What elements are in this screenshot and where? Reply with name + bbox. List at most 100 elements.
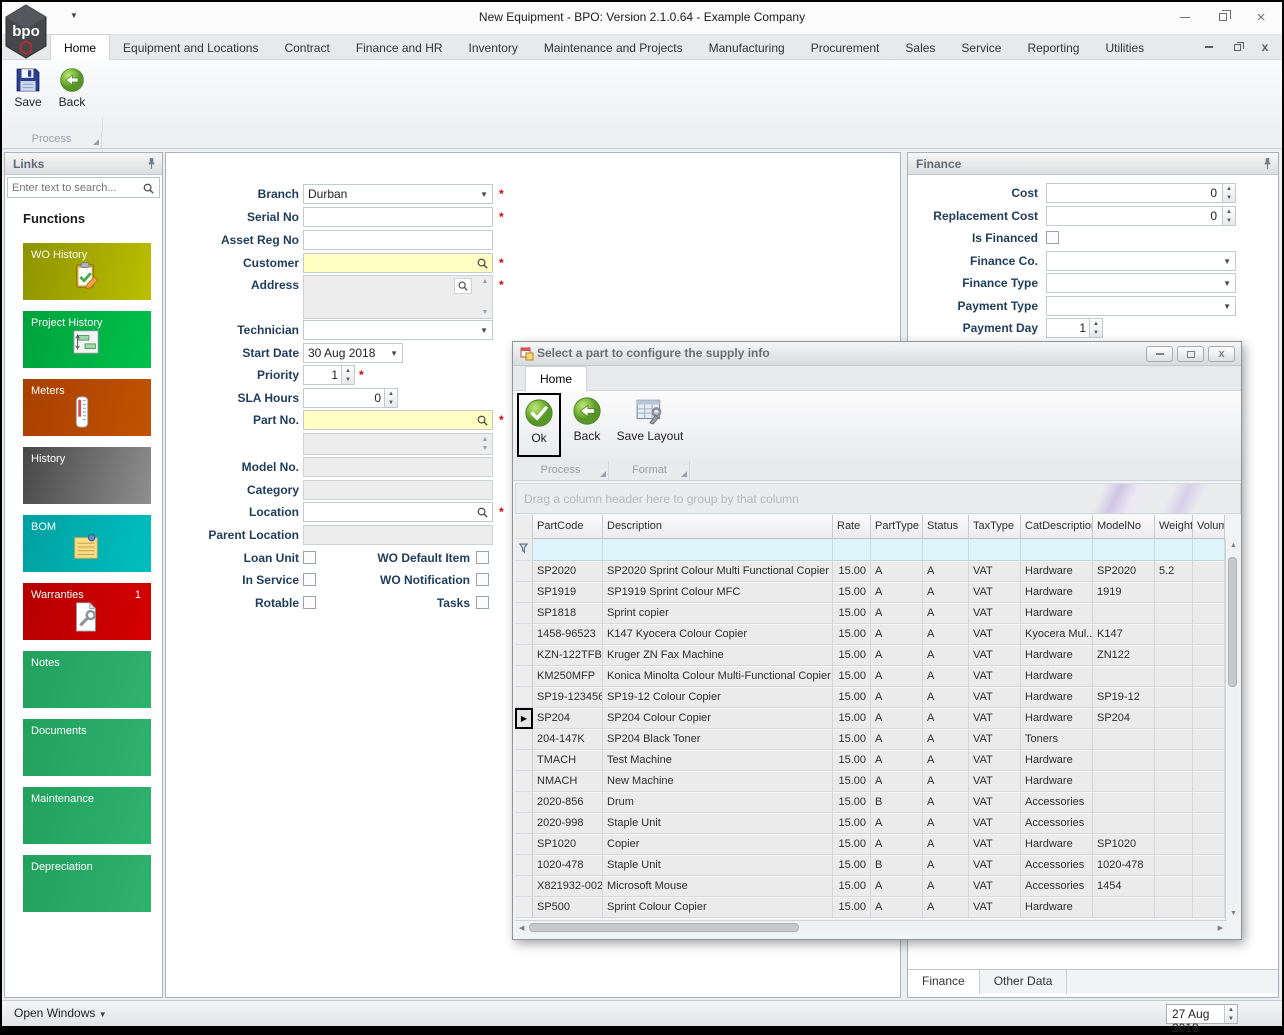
grid-cell[interactable]: [1193, 855, 1225, 876]
ok-button[interactable]: Ok: [517, 393, 561, 457]
grid-cell[interactable]: [1093, 792, 1155, 813]
grid-row-2020-998[interactable]: 2020-998Staple Unit15.00AAVATAccessories: [515, 813, 1227, 834]
grid-cell[interactable]: Microsoft Mouse: [603, 876, 833, 897]
grid-cell[interactable]: Kruger ZN Fax Machine: [603, 645, 833, 666]
grid-cell[interactable]: SP204: [533, 708, 603, 729]
grid-cell[interactable]: VAT: [969, 771, 1021, 792]
grid-cell[interactable]: [1093, 666, 1155, 687]
grid-row-km250mfp[interactable]: KM250MFPKonica Minolta Colour Multi-Func…: [515, 666, 1227, 687]
grid-cell[interactable]: [1155, 645, 1193, 666]
grid-cell[interactable]: [1155, 624, 1193, 645]
grid-cell[interactable]: A: [871, 624, 923, 645]
pin-icon[interactable]: [147, 157, 156, 170]
grid-row-sp2020[interactable]: SP2020SP2020 Sprint Colour Multi Functio…: [515, 561, 1227, 582]
grid-cell[interactable]: [1155, 729, 1193, 750]
ribbon-tab-inventory[interactable]: Inventory: [456, 35, 531, 61]
dialog-tab-home[interactable]: Home: [525, 366, 587, 391]
grid-cell[interactable]: 1458-96523: [533, 624, 603, 645]
grid-cell[interactable]: SP2020: [1093, 561, 1155, 582]
grid-cell[interactable]: Kyocera Mul...: [1021, 624, 1093, 645]
grid-cell[interactable]: A: [871, 771, 923, 792]
grid-cell[interactable]: SP500: [533, 897, 603, 918]
column-header-volum[interactable]: Volum: [1193, 515, 1225, 539]
grid-cell[interactable]: SP19-123456: [533, 687, 603, 708]
grid-row-sp1818[interactable]: SP1818Sprint copier15.00AAVATHardware: [515, 603, 1227, 624]
column-header-taxtype[interactable]: TaxType: [969, 515, 1021, 539]
grid-cell[interactable]: A: [923, 687, 969, 708]
grid-cell[interactable]: 15.00: [833, 897, 871, 918]
grid-cell[interactable]: [1155, 582, 1193, 603]
grid-cell[interactable]: A: [871, 834, 923, 855]
grid-cell[interactable]: A: [923, 666, 969, 687]
grid-cell[interactable]: [1193, 876, 1225, 897]
grid-cell[interactable]: Konica Minolta Colour Multi-Functional C…: [603, 666, 833, 687]
finance-tab-finance[interactable]: Finance: [908, 970, 980, 994]
grid-cell[interactable]: Sprint Colour Copier: [603, 897, 833, 918]
grid-cell[interactable]: A: [871, 603, 923, 624]
grid-cell[interactable]: [1155, 876, 1193, 897]
grid-cell[interactable]: [1093, 750, 1155, 771]
grid-cell[interactable]: [1155, 813, 1193, 834]
filter-cell-modelno[interactable]: [1093, 539, 1155, 561]
row-indicator[interactable]: [515, 834, 533, 855]
filter-cell-taxtype[interactable]: [969, 539, 1021, 561]
filter-cell-rate[interactable]: [833, 539, 871, 561]
grid-cell[interactable]: [1193, 729, 1225, 750]
row-indicator[interactable]: [515, 792, 533, 813]
grid-cell[interactable]: [1155, 603, 1193, 624]
grid-cell[interactable]: A: [923, 750, 969, 771]
grid-cell[interactable]: Toners: [1021, 729, 1093, 750]
grid-row-nmach[interactable]: NMACHNew Machine15.00AAVATHardware: [515, 771, 1227, 792]
payment-type-select[interactable]: ▼: [1046, 296, 1236, 316]
column-header-parttype[interactable]: PartType: [871, 515, 923, 539]
row-indicator[interactable]: [515, 582, 533, 603]
group-by-panel[interactable]: Drag a column header here to group by th…: [515, 483, 1241, 514]
ribbon-tab-procurement[interactable]: Procurement: [798, 35, 893, 61]
grid-cell[interactable]: 15.00: [833, 687, 871, 708]
wo-notification-checkbox[interactable]: [476, 573, 489, 586]
grid-row-2020-856[interactable]: 2020-856Drum15.00BAVATAccessories: [515, 792, 1227, 813]
grid-cell[interactable]: A: [923, 855, 969, 876]
grid-cell[interactable]: 15.00: [833, 771, 871, 792]
back-button[interactable]: Back: [52, 64, 92, 126]
grid-cell[interactable]: [1193, 897, 1225, 918]
grid-cell[interactable]: VAT: [969, 603, 1021, 624]
dialog-minimize-button[interactable]: [1146, 346, 1173, 362]
group-launcher-icon[interactable]: [600, 471, 606, 477]
grid-cell[interactable]: SP204 Colour Copier: [603, 708, 833, 729]
grid-cell[interactable]: Staple Unit: [603, 855, 833, 876]
restore-button[interactable]: [1208, 6, 1238, 28]
grid-cell[interactable]: Sprint copier: [603, 603, 833, 624]
start-date-picker[interactable]: 30 Aug 2018 ▼: [303, 343, 403, 363]
grid-cell[interactable]: K147: [1093, 624, 1155, 645]
grid-row-tmach[interactable]: TMACHTest Machine15.00AAVATHardware: [515, 750, 1227, 771]
grid-cell[interactable]: 15.00: [833, 813, 871, 834]
grid-cell[interactable]: Test Machine: [603, 750, 833, 771]
dialog-title-bar[interactable]: Select a part to configure the supply in…: [513, 342, 1241, 366]
grid-cell[interactable]: VAT: [969, 855, 1021, 876]
grid-cell[interactable]: Hardware: [1021, 645, 1093, 666]
grid-cell[interactable]: [1193, 813, 1225, 834]
column-header-rate[interactable]: Rate: [833, 515, 871, 539]
column-header-modelno[interactable]: ModelNo: [1093, 515, 1155, 539]
close-button[interactable]: ×: [1246, 6, 1276, 28]
row-indicator[interactable]: [515, 603, 533, 624]
spinner-arrows[interactable]: ▲▼: [1222, 207, 1235, 225]
grid-cell[interactable]: [1155, 834, 1193, 855]
row-indicator[interactable]: [515, 729, 533, 750]
in-service-checkbox[interactable]: [303, 573, 316, 586]
search-icon[interactable]: [476, 506, 489, 519]
spinner-arrows[interactable]: ▲▼: [341, 366, 354, 384]
grid-cell[interactable]: A: [871, 750, 923, 771]
grid-cell[interactable]: TMACH: [533, 750, 603, 771]
grid-cell[interactable]: [1093, 897, 1155, 918]
technician-select[interactable]: ▼: [303, 320, 493, 340]
grid-cell[interactable]: A: [871, 561, 923, 582]
finance-type-select[interactable]: ▼: [1046, 273, 1236, 293]
grid-row-204-147k[interactable]: 204-147KSP204 Black Toner15.00AAVATToner…: [515, 729, 1227, 750]
grid-cell[interactable]: Staple Unit: [603, 813, 833, 834]
function-tile-notes[interactable]: Notes: [23, 651, 151, 708]
address-textarea[interactable]: ▲▼: [303, 275, 493, 319]
grid-cell[interactable]: 1020-478: [1093, 855, 1155, 876]
is-financed-checkbox[interactable]: [1046, 231, 1059, 244]
